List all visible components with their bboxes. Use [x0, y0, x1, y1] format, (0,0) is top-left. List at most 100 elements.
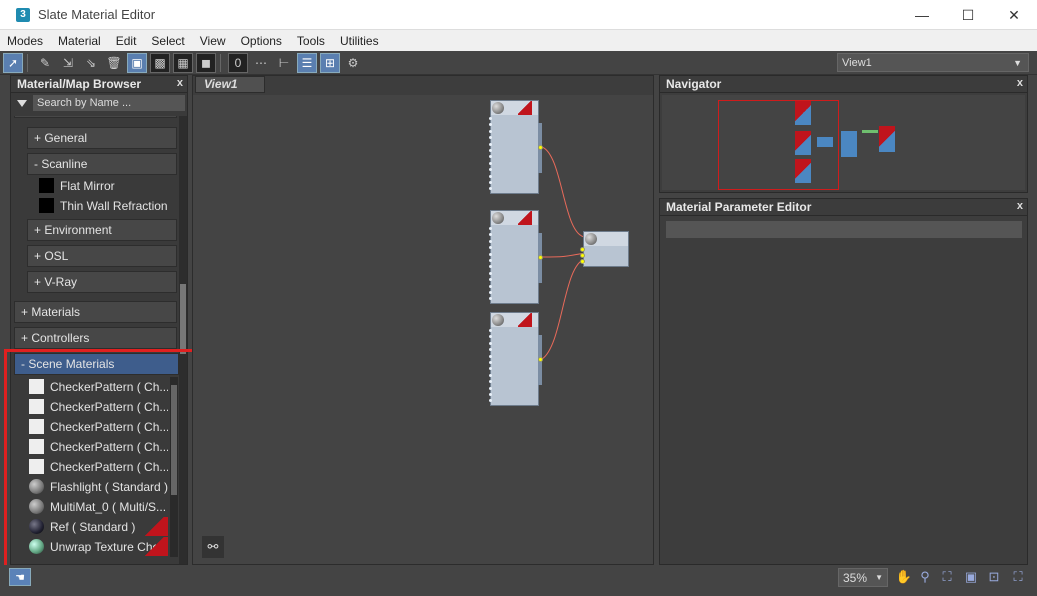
input-port[interactable]: [580, 253, 585, 258]
pan-hand-icon[interactable]: ☚: [9, 568, 31, 586]
node-header: [491, 211, 538, 225]
list-item[interactable]: CheckerPattern ( Ch...: [27, 417, 168, 436]
group-scene-materials[interactable]: - Scene Materials: [14, 353, 179, 375]
navigator-canvas[interactable]: [662, 95, 1025, 190]
list-item[interactable]: Unwrap Texture Chec...: [27, 537, 168, 556]
close-button[interactable]: ✕: [991, 0, 1037, 30]
background-icon[interactable]: ▦: [173, 52, 193, 73]
mpe-name-field[interactable]: [666, 221, 1022, 238]
zoom-all-icon[interactable]: ⛶: [1010, 569, 1026, 585]
output-port[interactable]: [538, 357, 543, 362]
maximize-button[interactable]: ☐: [945, 0, 991, 30]
menu-select[interactable]: Select: [144, 34, 192, 48]
list-item[interactable]: CheckerPattern ( Ch...: [27, 437, 168, 456]
material-swatch: [29, 379, 44, 394]
maps-group-partial[interactable]: [14, 116, 177, 118]
list-item[interactable]: CheckerPattern ( Ch...: [27, 457, 168, 476]
input-port[interactable]: [580, 259, 585, 264]
scrollbar-thumb[interactable]: [171, 385, 177, 495]
show-map-icon[interactable]: ◼: [196, 52, 216, 73]
node-slot[interactable]: [489, 397, 538, 403]
zoom-region-icon[interactable]: ⛶: [939, 569, 955, 585]
item-label: CheckerPattern ( Ch...: [50, 399, 168, 414]
material-swatch: [29, 399, 44, 414]
layout-children-icon[interactable]: ⊢: [274, 53, 294, 73]
list-item[interactable]: Ref ( Standard ): [27, 517, 168, 536]
zoom-select[interactable]: 35% ▼: [838, 568, 888, 587]
browser-scrollbar[interactable]: [179, 116, 187, 564]
select-tool-icon[interactable]: ➚: [3, 52, 23, 73]
in-scene-marker: [140, 537, 168, 556]
show-end-result-icon[interactable]: 0: [228, 52, 248, 73]
node-slot[interactable]: [489, 185, 538, 191]
eyedropper-icon[interactable]: ✎: [35, 53, 55, 73]
browser-close-button[interactable]: x: [177, 77, 183, 89]
list-item[interactable]: CheckerPattern ( Ch...: [27, 377, 168, 396]
node-view: View1 ⚯: [192, 75, 654, 565]
group-environment[interactable]: + Environment: [27, 219, 177, 241]
zoom-icon[interactable]: ⚲: [917, 569, 933, 585]
material-node[interactable]: [489, 312, 543, 406]
minimize-button[interactable]: —: [899, 0, 945, 30]
parameter-editor-icon[interactable]: ⊞: [320, 52, 340, 73]
list-item[interactable]: Flat Mirror: [37, 176, 177, 195]
output-port[interactable]: [538, 145, 543, 150]
multimat-node[interactable]: [580, 231, 629, 267]
node-slot[interactable]: [489, 295, 538, 301]
material-map-browser-icon[interactable]: ☰: [297, 52, 317, 73]
mpe-close-button[interactable]: x: [1017, 200, 1023, 212]
menu-options[interactable]: Options: [234, 34, 290, 48]
move-children-icon[interactable]: ▣: [127, 52, 147, 73]
material-swatch: [29, 539, 44, 554]
tab-view1[interactable]: View1: [195, 76, 265, 93]
group-materials[interactable]: + Materials: [14, 301, 177, 323]
scene-materials-scrollbar[interactable]: [170, 377, 178, 557]
mini-node: [795, 101, 811, 125]
browser-title: Material/Map Browser: [17, 77, 142, 91]
list-item[interactable]: Thin Wall Refraction: [37, 196, 177, 215]
material-swatch: [29, 499, 44, 514]
delete-icon[interactable]: 🗑: [104, 53, 124, 73]
item-label: CheckerPattern ( Ch...: [50, 439, 168, 454]
group-general[interactable]: + General: [27, 127, 177, 149]
layout-all-icon[interactable]: ⋯: [251, 53, 271, 73]
options-triangle-icon[interactable]: [17, 99, 27, 107]
material-node[interactable]: [489, 100, 543, 194]
group-osl[interactable]: + OSL: [27, 245, 177, 267]
item-label: MultiMat_0 ( Multi/S...: [50, 499, 167, 514]
binoculars-icon[interactable]: ⚯: [202, 536, 224, 558]
menu-material[interactable]: Material: [51, 34, 109, 48]
output-port[interactable]: [538, 255, 543, 260]
list-item[interactable]: MultiMat_0 ( Multi/S...: [27, 497, 168, 516]
list-item[interactable]: Flashlight ( Standard ): [27, 477, 168, 496]
select-by-material-icon[interactable]: ⚙: [343, 53, 363, 73]
search-input[interactable]: Search by Name ...: [33, 95, 185, 111]
group-vray[interactable]: + V-Ray: [27, 271, 177, 293]
menu-tools[interactable]: Tools: [290, 34, 333, 48]
assign-material-icon[interactable]: ⇘: [81, 53, 101, 73]
material-sphere-icon: [492, 314, 504, 326]
put-to-scene-icon[interactable]: ⇲: [58, 53, 78, 73]
hide-unused-slots-icon[interactable]: ▩: [150, 52, 170, 73]
group-scanline[interactable]: - Scanline: [27, 153, 177, 175]
node-canvas[interactable]: ⚯: [193, 95, 653, 564]
node-header: [491, 313, 538, 327]
view-selector[interactable]: View1 ▼: [837, 53, 1029, 72]
zoom-extents-icon[interactable]: ▣: [963, 569, 979, 585]
node-slot[interactable]: [582, 259, 628, 265]
group-controllers[interactable]: + Controllers: [14, 327, 177, 349]
zoom-extents-selected-icon[interactable]: ⊡: [986, 569, 1002, 585]
menu-edit[interactable]: Edit: [109, 34, 145, 48]
input-port[interactable]: [580, 247, 585, 252]
browser-tree: + General - Scanline Flat Mirror Thin Wa…: [11, 116, 187, 564]
menu-utilities[interactable]: Utilities: [333, 34, 387, 48]
pan-icon[interactable]: ✋: [896, 569, 912, 585]
navigator-close-button[interactable]: x: [1017, 77, 1023, 89]
menu-view[interactable]: View: [193, 34, 234, 48]
menu-modes[interactable]: Modes: [0, 34, 51, 48]
list-item[interactable]: CheckerPattern ( Ch...: [27, 397, 168, 416]
material-node[interactable]: [489, 210, 543, 304]
item-label: CheckerPattern ( Ch...: [50, 379, 168, 394]
mpe-header: Material Parameter Editor x: [660, 199, 1027, 216]
scrollbar-thumb[interactable]: [180, 284, 186, 354]
